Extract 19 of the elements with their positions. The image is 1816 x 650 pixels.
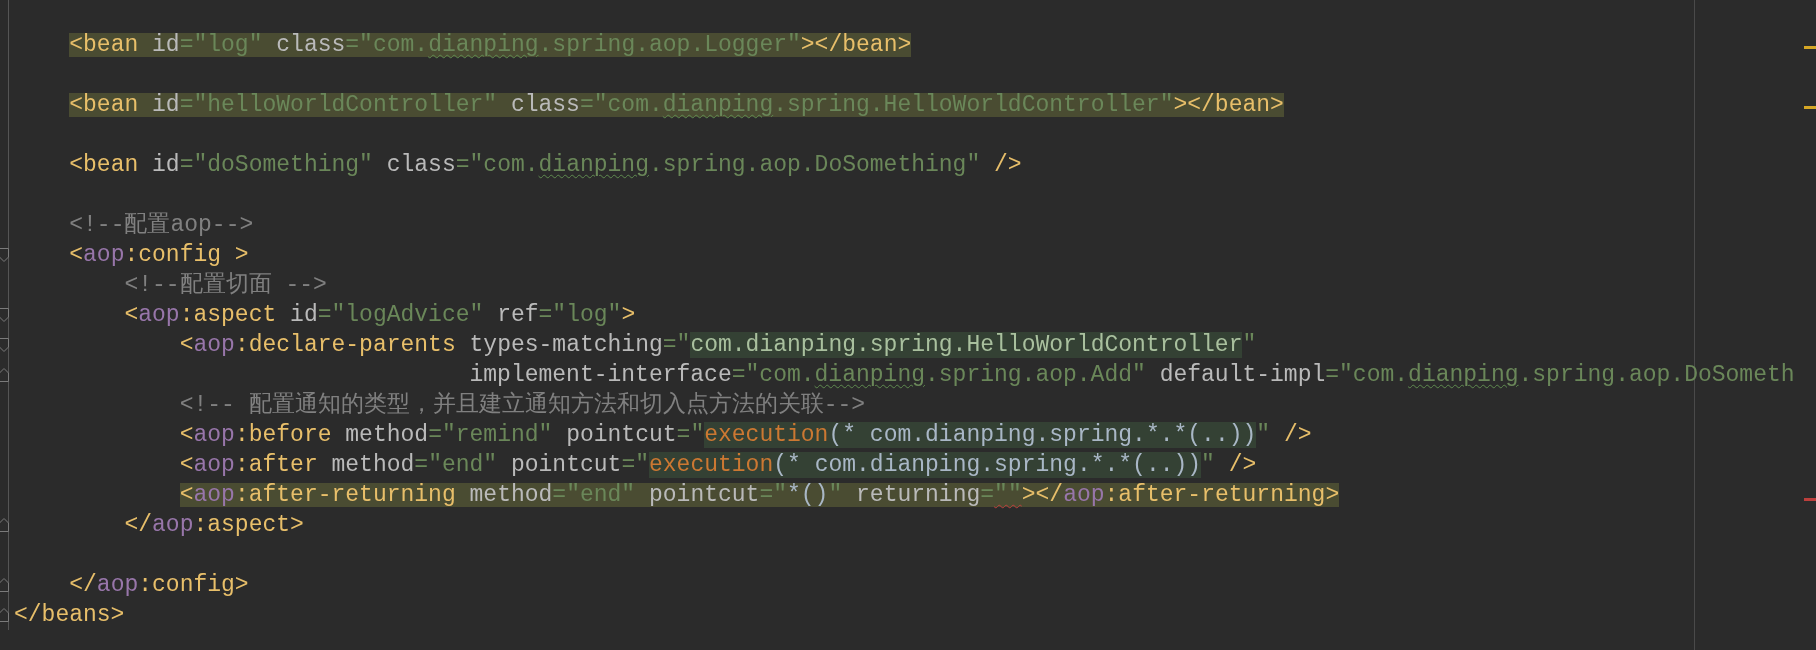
code-line: <aop:before method="remind" pointcut="execution(* com.dianping.spring.*.*(..))" /> [179, 423, 1312, 447]
code-line: </aop:config> [69, 573, 249, 597]
fold-marker-icon[interactable] [0, 578, 9, 592]
fold-marker-icon[interactable] [0, 608, 9, 622]
code-line: </beans> [14, 603, 125, 627]
code-line: <!--配置aop--> [69, 213, 254, 237]
fold-marker-icon[interactable] [0, 308, 9, 322]
code-line: <bean id="doSomething" class="com.dianping.spring.aop.DoSomething" /> [69, 153, 1022, 177]
fold-marker-icon[interactable] [0, 338, 9, 352]
fold-marker-icon[interactable] [0, 518, 9, 532]
code-line: <aop:config > [69, 243, 249, 267]
code-line: <!-- 配置通知的类型，并且建立通知方法和切入点方法的关联--> [179, 393, 866, 417]
fold-marker-icon[interactable] [0, 248, 9, 262]
code-line: <aop:after method="end" pointcut="execution(* com.dianping.spring.*.*(..))" /> [179, 453, 1257, 477]
code-line: <aop:aspect id="logAdvice" ref="log"> [124, 303, 636, 327]
code-line: </aop:aspect> [124, 513, 304, 537]
code-line: implement-interface="com.dianping.spring.aop.Add" default-impl="com.dianping.spring.aop.DoSometh [469, 363, 1795, 387]
code-line: <!--配置切面 --> [124, 273, 327, 297]
fold-marker-icon[interactable] [0, 368, 9, 382]
